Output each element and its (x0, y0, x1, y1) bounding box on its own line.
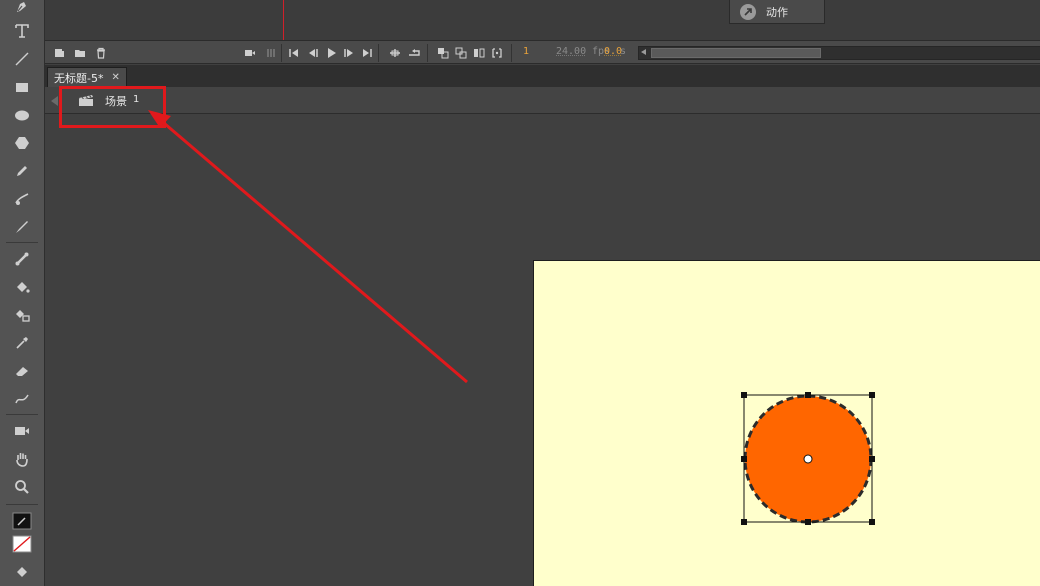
new-layer-icon[interactable] (54, 47, 66, 59)
annotation-highlight-box (59, 86, 166, 128)
actions-panel-label: 动作 (766, 5, 788, 19)
paint-bucket-tool-icon[interactable] (10, 276, 34, 298)
document-tab-bar: 无标题-5* ✕ (45, 65, 1040, 87)
zoom-tool-icon[interactable] (10, 476, 34, 498)
playhead-line[interactable] (283, 0, 284, 40)
current-frame-readout[interactable]: 1 (523, 46, 529, 57)
center-frame-icon[interactable] (408, 47, 420, 59)
camera-toggle-icon[interactable] (244, 47, 256, 59)
close-icon[interactable]: ✕ (111, 72, 119, 83)
eyedropper-tool-icon[interactable] (10, 332, 34, 354)
time-unit: s (620, 46, 627, 57)
camera-tool-icon[interactable] (10, 420, 34, 442)
timeline-frames-area[interactable] (45, 0, 1040, 40)
rectangle-tool-icon[interactable] (10, 76, 34, 98)
play-icon[interactable] (325, 47, 337, 59)
stage[interactable] (533, 260, 1040, 586)
go-to-first-frame-icon[interactable] (288, 47, 300, 59)
back-arrow-icon[interactable] (51, 96, 58, 106)
timeline-controls-bar: 1 24.00 fps 0.0 s (45, 40, 1040, 64)
polystar-tool-icon[interactable] (10, 132, 34, 154)
delete-layer-icon[interactable] (95, 47, 107, 59)
layer-depth-icon[interactable] (265, 47, 277, 59)
ink-bottle-tool-icon[interactable] (10, 304, 34, 326)
edit-bar: 场景 1 (45, 87, 1040, 114)
oval-tool-icon[interactable] (10, 104, 34, 126)
stroke-color-icon[interactable] (10, 510, 34, 532)
timeline-scrollbar[interactable] (638, 46, 1040, 60)
scrollbar-thumb[interactable] (651, 48, 821, 58)
step-forward-icon[interactable] (343, 47, 355, 59)
hand-tool-icon[interactable] (10, 448, 34, 470)
onion-skin-outlines-icon[interactable] (455, 47, 467, 59)
document-tab-title: 无标题-5* (54, 71, 104, 85)
line-tool-icon[interactable] (10, 48, 34, 70)
eraser-tool-icon[interactable] (10, 360, 34, 382)
actions-icon (740, 3, 756, 20)
document-tab[interactable]: 无标题-5* ✕ (47, 67, 127, 87)
bone-tool-icon[interactable] (10, 248, 34, 270)
pen-tool-icon[interactable] (10, 0, 34, 18)
onion-skin-icon[interactable] (437, 47, 449, 59)
pencil-tool-icon[interactable] (10, 160, 34, 182)
fps-readout[interactable]: 24.00 (556, 46, 586, 57)
tools-panel (0, 0, 45, 586)
modify-markers-icon[interactable] (491, 47, 503, 59)
step-back-icon[interactable] (307, 47, 319, 59)
scroll-left-arrow-icon[interactable] (641, 49, 646, 55)
width-tool-icon[interactable] (10, 388, 34, 410)
brush-tool-icon[interactable] (10, 216, 34, 238)
loop-icon[interactable] (389, 47, 401, 59)
actions-panel-button[interactable]: 动作 (729, 0, 825, 24)
text-tool-icon[interactable] (10, 20, 34, 42)
new-folder-icon[interactable] (74, 47, 86, 59)
fill-bucket-icon[interactable] (10, 561, 34, 583)
edit-multiple-frames-icon[interactable] (473, 47, 485, 59)
paint-brush-tool-icon[interactable] (10, 188, 34, 210)
go-to-last-frame-icon[interactable] (361, 47, 373, 59)
fill-color-icon[interactable] (10, 533, 34, 555)
